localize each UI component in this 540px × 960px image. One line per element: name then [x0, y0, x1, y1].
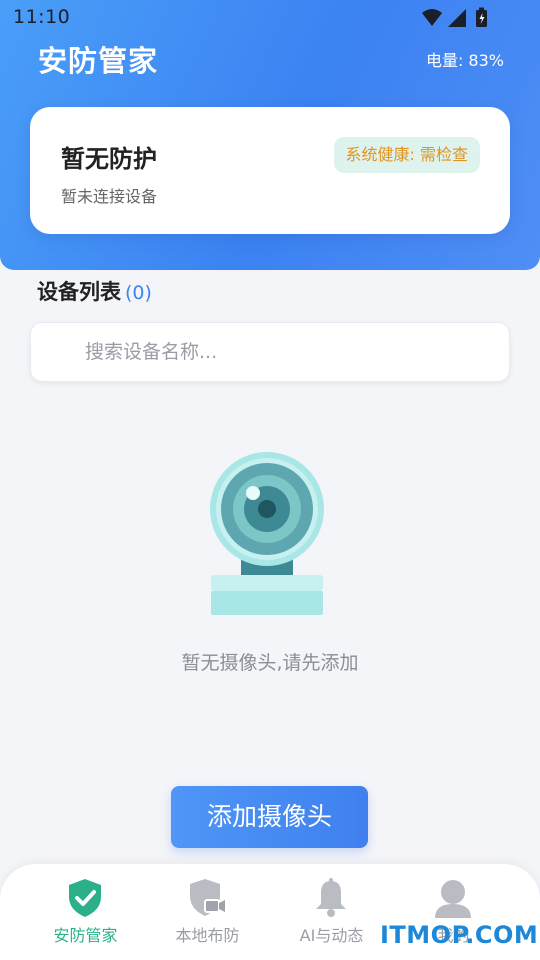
status-icons	[422, 7, 487, 27]
status-time: 11:10	[13, 6, 71, 28]
search-bar[interactable]	[30, 322, 510, 382]
tab-ai-activity[interactable]: AI与动态	[264, 864, 399, 960]
tab-home-label: 安防管家	[53, 926, 118, 945]
battery-level: 电量: 83%	[425, 51, 504, 70]
tab-ai-activity-label: AI与动态	[299, 926, 364, 945]
device-list-heading: 设备列表 (0)	[37, 276, 152, 306]
bell-icon	[316, 878, 346, 917]
search-input[interactable]	[85, 323, 485, 381]
tab-home[interactable]: 安防管家	[18, 864, 153, 960]
tab-local-defense-label: 本地布防	[175, 926, 240, 945]
battery-icon	[476, 7, 487, 27]
shield-camera-icon	[190, 879, 225, 916]
tab-local-defense[interactable]: 本地布防	[140, 864, 275, 960]
protection-status-card[interactable]: 暂无防护 暂未连接设备 系统健康: 需检查	[30, 107, 510, 234]
camera-illustration	[210, 452, 324, 615]
protection-status-subtitle: 暂未连接设备	[61, 187, 158, 206]
device-count: (0)	[125, 282, 152, 304]
user-icon	[435, 880, 471, 918]
protection-status-title: 暂无防护	[61, 145, 157, 173]
device-list-title: 设备列表	[37, 280, 121, 304]
app-title: 安防管家	[38, 44, 159, 78]
wifi-icon	[422, 9, 442, 26]
watermark-logo: ITMOP.COM	[380, 921, 539, 949]
empty-state-message: 暂无摄像头,请先添加	[181, 652, 359, 674]
system-health-badge[interactable]: 系统健康: 需检查	[333, 137, 480, 173]
status-bar: 11:10	[0, 0, 540, 36]
add-camera-button[interactable]: 添加摄像头	[171, 786, 368, 848]
shield-check-icon	[69, 879, 101, 917]
signal-icon	[448, 9, 466, 27]
